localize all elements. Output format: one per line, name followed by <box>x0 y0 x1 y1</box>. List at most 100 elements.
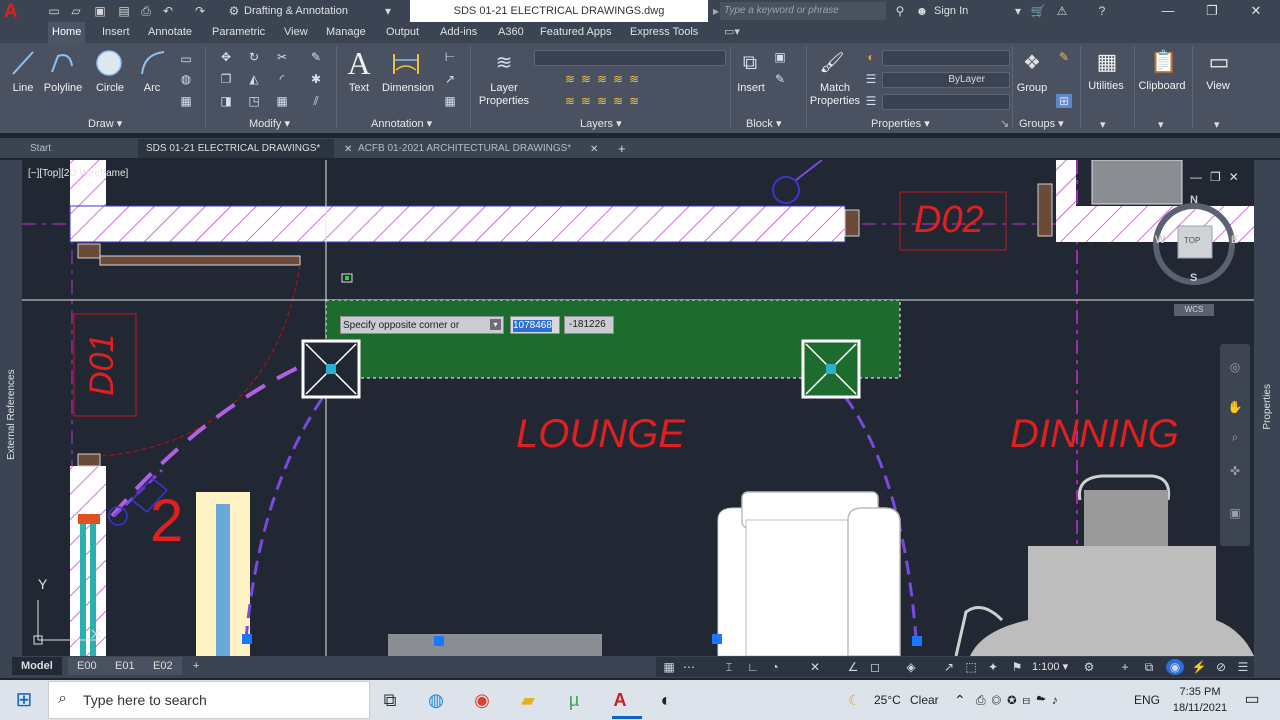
showmotion-icon[interactable]: ▣ <box>1226 506 1244 520</box>
layer-tools-row-icon[interactable]: ≋≋≋≋≋ <box>540 94 670 108</box>
input-language[interactable]: ENG <box>1134 680 1160 720</box>
wcs-menu[interactable]: WCS <box>1174 304 1214 316</box>
external-references-palette[interactable]: External References <box>6 360 17 460</box>
coord-y-input[interactable]: -181226 <box>564 316 614 334</box>
mirror-icon[interactable]: ◭ <box>244 72 264 86</box>
chevron-down-icon[interactable]: ▾ <box>1100 118 1106 131</box>
tab-annotate[interactable]: Annotate <box>144 22 196 43</box>
panel-block-label[interactable]: Block ▾ <box>746 116 781 132</box>
polar-tracking-icon[interactable]: ◔ <box>766 659 784 675</box>
object-snap-tracking-icon[interactable]: ∠ <box>844 659 862 675</box>
task-view-icon[interactable]: ⧉ <box>374 684 406 716</box>
chevron-down-icon[interactable]: ▾ <box>1214 118 1220 131</box>
line-button[interactable]: Line <box>4 82 42 94</box>
new-tab-button[interactable]: + <box>610 139 634 158</box>
properties-palette[interactable]: Properties <box>1262 384 1273 444</box>
hatch-icon[interactable]: ◍ <box>176 72 196 86</box>
layout-tab-e01[interactable]: E01 <box>106 657 144 675</box>
ribbon-options-icon[interactable]: ▭▾ <box>720 22 744 43</box>
taskbar-search-input[interactable]: Type here to search <box>48 681 370 719</box>
table-icon[interactable]: ▦ <box>440 94 460 108</box>
tab-output[interactable]: Output <box>382 22 423 43</box>
viewcube-north[interactable]: N <box>1190 194 1198 206</box>
edge-icon[interactable]: ◍ <box>420 684 452 716</box>
rotate-icon[interactable]: ↻ <box>244 50 264 64</box>
chevron-down-icon[interactable]: ▾ <box>1010 3 1026 19</box>
viewport-controls-label[interactable]: [−][Top][2D Wireframe] <box>28 168 128 179</box>
tab-featured-apps[interactable]: Featured Apps <box>536 22 616 43</box>
options-arrow-icon[interactable]: ▾ <box>490 319 501 330</box>
selection-cycling-icon[interactable]: ⬚ <box>962 659 980 675</box>
layer-dropdown[interactable] <box>534 50 726 66</box>
autocad-taskbar-icon[interactable]: A <box>604 684 636 716</box>
binoculars-icon[interactable]: ⚲ <box>892 3 908 19</box>
save-icon[interactable]: ▣ <box>92 3 108 19</box>
tab-view[interactable]: View <box>280 22 312 43</box>
tab-parametric[interactable]: Parametric <box>208 22 269 43</box>
dynamic-ucs-icon[interactable]: ↗ <box>940 659 958 675</box>
panel-draw-label[interactable]: Draw ▾ <box>88 116 122 132</box>
group-button[interactable]: Group <box>1012 82 1052 94</box>
panel-modify-label[interactable]: Modify ▾ <box>249 116 290 132</box>
isodraft-icon[interactable]: ✕ <box>806 659 824 675</box>
linear-dim-icon[interactable]: ⊢ <box>440 50 460 64</box>
layer-tools-icon[interactable]: ≋≋≋≋≋ <box>540 72 670 86</box>
viewcube-south[interactable]: S <box>1190 272 1197 284</box>
erase-icon[interactable]: ✎ <box>306 50 326 64</box>
exchange-icon[interactable]: ⚠ <box>1054 3 1070 19</box>
minimize-button[interactable]: — <box>1146 0 1190 22</box>
tab-express-tools[interactable]: Express Tools <box>626 22 702 43</box>
save-as-icon[interactable]: ▤ <box>116 3 132 19</box>
workspace-switch-gear-icon[interactable]: ⚙ <box>1080 659 1098 675</box>
object-snap-icon[interactable]: ◻ <box>866 659 884 675</box>
color-dropdown[interactable] <box>882 50 1010 66</box>
tab-architectural-drawing[interactable]: ACFB 01-2021 ARCHITECTURAL DRAWINGS* <box>350 139 604 158</box>
chevron-down-icon[interactable]: ▾ <box>380 3 396 19</box>
annotation-visibility-icon[interactable]: ⚑ <box>1008 659 1026 675</box>
edit-block-icon[interactable]: ✎ <box>772 72 788 86</box>
tab-start[interactable]: Start <box>22 139 122 158</box>
scale-icon[interactable]: ◳ <box>244 94 264 108</box>
customization-icon[interactable]: ☰ <box>1234 659 1252 675</box>
steering-wheel-icon[interactable]: ◎ <box>1226 360 1244 374</box>
coord-x-input[interactable]: 1078468 <box>510 316 560 334</box>
tab-home[interactable]: Home <box>48 22 86 43</box>
close-tab-icon[interactable]: ✕ <box>582 140 606 159</box>
utilities-button[interactable]: Utilities <box>1082 80 1130 92</box>
match-properties-button[interactable]: Match Properties <box>806 82 864 108</box>
user-icon[interactable]: ☻ <box>914 3 930 19</box>
tab-electrical-drawing[interactable]: SDS 01-21 ELECTRICAL DRAWINGS* <box>138 139 334 158</box>
clean-screen-icon[interactable]: ⊘ <box>1212 659 1230 675</box>
add-layout-button[interactable]: + <box>184 657 208 675</box>
arc-button[interactable]: Arc <box>134 82 170 94</box>
utorrent-icon[interactable]: µ <box>558 684 590 716</box>
zoom-icon[interactable]: ⌕ <box>1226 430 1244 444</box>
annotation-monitor-icon[interactable]: + <box>1116 659 1134 675</box>
sign-in-button[interactable]: Sign In <box>934 2 968 20</box>
weather-temp[interactable]: 25°C <box>874 680 901 720</box>
leader-icon[interactable]: ↗ <box>440 72 460 86</box>
tab-manage[interactable]: Manage <box>322 22 370 43</box>
tab-add-ins[interactable]: Add-ins <box>436 22 481 43</box>
layout-tab-e02[interactable]: E02 <box>144 657 182 675</box>
weather-text[interactable]: Clear <box>910 680 939 720</box>
polyline-button[interactable]: Polyline <box>40 82 86 94</box>
rectangle-icon[interactable]: ▭ <box>176 52 196 66</box>
layer-properties-button[interactable]: Layer Properties <box>474 82 534 108</box>
panel-launcher-icon[interactable]: ↘ <box>1000 116 1009 132</box>
move-icon[interactable]: ✥ <box>216 50 236 64</box>
trim-icon[interactable]: ✂ <box>272 50 292 64</box>
explode-icon[interactable]: ✱ <box>306 72 326 86</box>
view-button[interactable]: View <box>1196 80 1240 92</box>
ungroup-icon[interactable]: ✎ <box>1056 50 1072 64</box>
windows-start-icon[interactable]: ⊞ <box>8 684 40 716</box>
array-icon[interactable]: ▦ <box>272 94 292 108</box>
chrome-icon[interactable]: ◉ <box>466 684 498 716</box>
copy-icon[interactable]: ❐ <box>216 72 236 86</box>
pan-hand-icon[interactable]: ✋ <box>1226 400 1244 414</box>
hardware-acceleration-icon[interactable]: ⚡ <box>1190 659 1208 675</box>
clipboard-button[interactable]: Clipboard <box>1136 80 1188 92</box>
create-block-icon[interactable]: ▣ <box>772 50 788 64</box>
print-icon[interactable]: ⎙ <box>138 3 154 19</box>
stretch-icon[interactable]: ◨ <box>216 94 236 108</box>
